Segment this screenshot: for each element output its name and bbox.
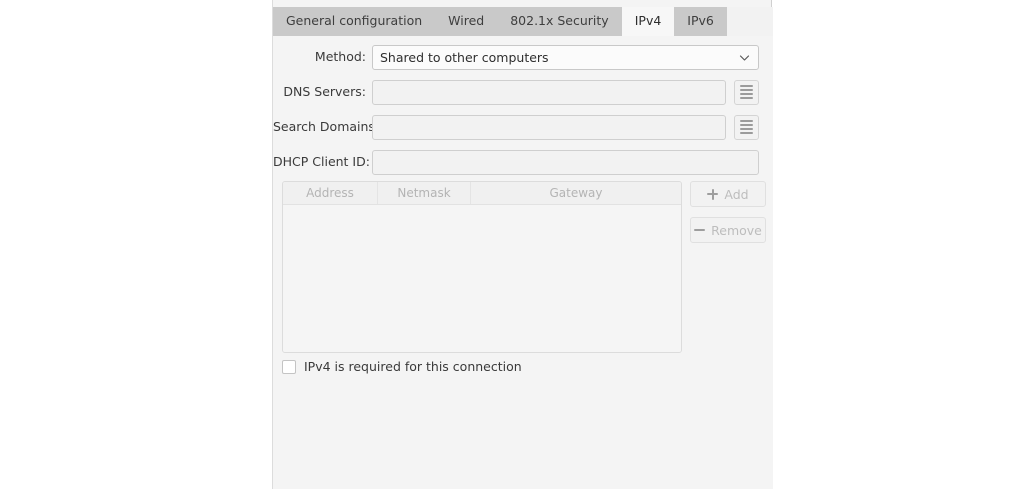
chevron-down-icon [738, 51, 751, 64]
tab-label: IPv4 [634, 13, 662, 29]
dhcp-client-id-input[interactable] [372, 149, 759, 175]
method-select[interactable]: Shared to other computers [372, 44, 759, 70]
ipv4-required-label: IPv4 is required for this connection [304, 358, 522, 374]
plus-icon [707, 188, 719, 200]
dns-servers-label: DNS Servers: [283, 83, 366, 99]
address-table[interactable]: Address Netmask Gateway [282, 181, 682, 353]
dhcp-client-id-label: DHCP Client ID: [273, 153, 370, 169]
table-header-row: Address Netmask Gateway [283, 182, 681, 205]
tab-label: IPv6 [687, 13, 714, 29]
tab-strip-filler [726, 7, 773, 36]
tab-label: 802.1x Security [510, 13, 609, 29]
remove-button-label: Remove [711, 222, 762, 238]
table-body[interactable] [283, 205, 681, 352]
dns-servers-input[interactable] [372, 79, 726, 105]
tab-label: Wired [448, 13, 485, 29]
column-header-address[interactable]: Address [283, 182, 378, 204]
remove-button[interactable]: Remove [690, 217, 766, 243]
dhcp-client-id-row: DHCP Client ID: [273, 149, 773, 175]
tab-bar: General configuration Wired 802.1x Secur… [273, 7, 773, 36]
minus-icon [694, 225, 706, 236]
ipv4-settings-dialog: General configuration Wired 802.1x Secur… [272, 0, 773, 489]
search-domains-label: Search Domains: [273, 118, 380, 134]
hamburger-menu-icon[interactable] [734, 79, 759, 105]
column-header-netmask[interactable]: Netmask [378, 182, 471, 204]
tab-general-configuration[interactable]: General configuration [273, 7, 436, 36]
add-button[interactable]: Add [690, 181, 766, 207]
tab-label: General configuration [286, 13, 423, 29]
search-domains-input[interactable] [372, 114, 726, 140]
method-value: Shared to other computers [380, 49, 549, 65]
tab-ipv4[interactable]: IPv4 [621, 7, 675, 36]
ipv4-required-checkbox[interactable] [282, 360, 296, 374]
tab-8021x-security[interactable]: 802.1x Security [497, 7, 622, 36]
ipv4-required-checkbox-row[interactable]: IPv4 is required for this connection [282, 360, 522, 374]
column-header-gateway[interactable]: Gateway [471, 182, 681, 204]
add-button-label: Add [724, 186, 749, 202]
dns-servers-row: DNS Servers: [273, 79, 773, 105]
method-label: Method: [314, 48, 366, 64]
tab-wired[interactable]: Wired [435, 7, 498, 36]
ipv4-form-panel: Method: Shared to other computers DNS Se… [273, 36, 773, 489]
tab-ipv6[interactable]: IPv6 [674, 7, 727, 36]
method-row: Method: Shared to other computers [273, 44, 773, 70]
search-domains-row: Search Domains: [273, 114, 773, 140]
hamburger-menu-icon[interactable] [734, 114, 759, 140]
